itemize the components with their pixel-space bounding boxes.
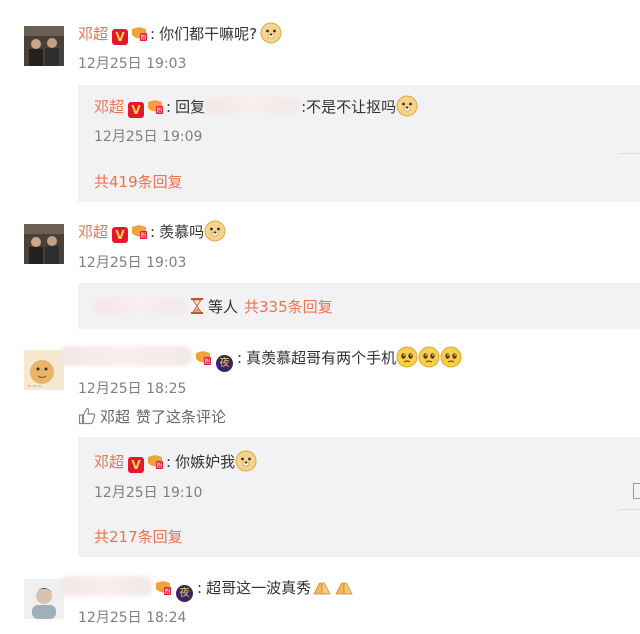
comment-time: 12月25日 18:25 [78, 381, 187, 397]
blurred-username[interactable] [60, 576, 152, 596]
doge-emoji [396, 95, 418, 117]
pray-hands-emoji [313, 582, 331, 595]
svg-text:粉: 粉 [141, 34, 147, 42]
reply-time: 12月25日 19:09 [94, 129, 203, 145]
avatar[interactable] [24, 579, 64, 619]
avatar[interactable] [24, 224, 64, 264]
comment-header: 邓超 V 粉: 羡慕吗 [78, 220, 226, 243]
comment-header: 粉夜: 真羡慕超哥有两个手机 [60, 346, 462, 372]
liked-by-text: 赞了这条评论 [136, 408, 227, 426]
comment-time: 12月25日 19:03 [78, 56, 187, 72]
svg-text:粉: 粉 [157, 462, 163, 470]
comment-text: 你们都干嘛呢? [159, 25, 258, 43]
doge-emoji [235, 450, 257, 472]
reply-header: 邓超 V 粉: 你嫉妒我 [94, 450, 257, 473]
liked-by-row: 邓超 赞了这条评论 [78, 406, 226, 427]
author-name[interactable]: 邓超 [78, 25, 108, 43]
reply-prefix: 回复 [175, 98, 206, 116]
verified-v-icon: V [128, 102, 145, 118]
avatar[interactable] [24, 26, 64, 66]
doge-emoji [204, 220, 226, 242]
comment-header: 邓超 V 粉: 你们都干嘛呢? [78, 22, 282, 45]
fan-medal-icon: 粉 [148, 455, 164, 470]
divider [618, 153, 640, 154]
fan-medal-icon: 粉 [156, 581, 171, 596]
svg-text:粉: 粉 [164, 588, 170, 596]
reply-text: 你嫉妒我 [175, 453, 236, 471]
avatar[interactable]: ~~~ [24, 350, 64, 390]
blurred-username[interactable] [60, 346, 192, 366]
reply-text: :不是不让抠吗 [301, 98, 397, 116]
comment-time: 12月25日 18:24 [78, 610, 187, 626]
reply-time: 12月25日 19:10 [94, 485, 203, 501]
verified-v-icon: V [128, 457, 145, 473]
svg-text:~~~: ~~~ [27, 383, 42, 390]
more-replies-link[interactable]: 共419条回复 [94, 171, 183, 192]
comment-text: 超哥这一波真秀 [206, 579, 312, 597]
svg-text:粉: 粉 [204, 358, 210, 366]
comment-text: 羡慕吗 [159, 223, 205, 241]
more-replies-link[interactable]: 共335条回复 [244, 298, 333, 316]
reply-box: 邓超 V 粉: 回复:不是不让抠吗 12月25日 19:09 共419条回复 [78, 85, 640, 202]
thumbs-up-icon [78, 407, 96, 425]
reply-summary-box: 等人 共335条回复 [78, 283, 640, 329]
author-name[interactable]: 邓超 [94, 98, 124, 116]
divider [618, 509, 640, 510]
doge-emoji [260, 22, 282, 44]
fan-medal-icon: 粉 [196, 351, 211, 366]
fan-medal-icon: 粉 [132, 225, 148, 240]
comment-header: 粉夜: 超哥这一波真秀 [60, 576, 355, 602]
liked-by-name[interactable]: 邓超 [100, 408, 130, 426]
author-name[interactable]: 邓超 [78, 223, 108, 241]
reply-box: 邓超 V 粉: 你嫉妒我 12月25日 19:10 共217条回复 [78, 437, 640, 557]
verified-v-icon: V [112, 227, 129, 243]
hourglass-icon [191, 298, 203, 314]
crying-emoji [440, 346, 462, 368]
svg-text:粉: 粉 [157, 107, 163, 115]
blurred-username [94, 297, 186, 315]
summary-others: 等人 [208, 298, 239, 316]
pray-hands-emoji [335, 582, 353, 595]
fan-medal-icon: 粉 [132, 27, 148, 42]
reply-header: 邓超 V 粉: 回复:不是不让抠吗 [94, 95, 418, 118]
fan-medal-icon: 粉 [148, 100, 164, 115]
crying-emoji [396, 346, 418, 368]
comment-time: 12月25日 19:03 [78, 255, 187, 271]
reply-summary: 等人 共335条回复 [94, 296, 333, 317]
blurred-username [205, 97, 302, 115]
svg-text:粉: 粉 [141, 232, 147, 240]
verified-v-icon: V [112, 29, 129, 45]
more-replies-link[interactable]: 共217条回复 [94, 526, 183, 547]
night-badge-icon: 夜 [216, 355, 233, 372]
crying-emoji [418, 346, 440, 368]
author-name[interactable]: 邓超 [94, 453, 124, 471]
night-badge-icon: 夜 [176, 585, 193, 602]
reply-action-icon[interactable] [633, 483, 640, 499]
comment-text: 真羡慕超哥有两个手机 [246, 349, 397, 367]
